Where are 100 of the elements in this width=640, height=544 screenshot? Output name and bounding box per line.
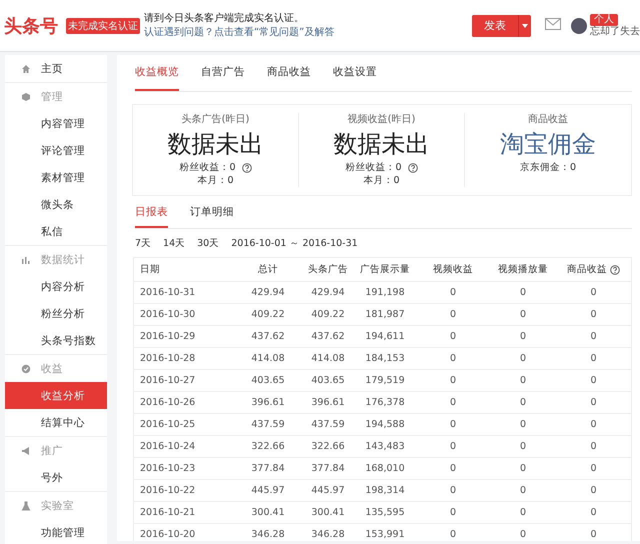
- sidebar-item[interactable]: 内容分析: [5, 273, 107, 300]
- table-cell-text: 396.61: [310, 397, 346, 408]
- table-cell-text: 0: [589, 507, 598, 518]
- dropdown-button[interactable]: [518, 14, 531, 36]
- column-header: 视频收益: [433, 263, 473, 276]
- table-cell-text: 0: [448, 463, 458, 474]
- stat-detail: 粉丝收益：0: [345, 161, 402, 174]
- table-cell-text: 0: [518, 529, 528, 540]
- table-cell-text: 0: [518, 485, 528, 496]
- table-cell-text: 403.65: [310, 375, 346, 386]
- table-cell-text: 0: [518, 397, 528, 408]
- tab[interactable]: 收益概览: [135, 55, 179, 91]
- table-cell-text: 0: [448, 529, 458, 540]
- horn-icon: [21, 446, 31, 456]
- table-cell-text: 346.28: [310, 529, 346, 540]
- table-cell-text: 409.22: [250, 309, 286, 320]
- range-option[interactable]: 14天: [163, 236, 186, 250]
- table-cell-text: 0: [589, 419, 598, 430]
- table-cell-text: 2016-10-22: [139, 485, 196, 496]
- table-cell-text: 0: [589, 353, 598, 364]
- table-cell-text: 445.97: [310, 485, 346, 496]
- tab[interactable]: 收益设置: [333, 55, 377, 91]
- table-cell-text: 0: [518, 331, 528, 342]
- table-cell-text: 2016-10-31: [139, 287, 196, 298]
- stat-detail: 京东佣金：0: [520, 161, 576, 174]
- table-cell-text: 377.84: [250, 463, 286, 474]
- range-option[interactable]: 30天: [197, 236, 220, 250]
- stat-title: 头条广告(昨日): [182, 113, 250, 127]
- table-cell-text: 2016-10-26: [139, 397, 196, 408]
- table-cell-text: 0: [448, 331, 458, 342]
- table-cell-text: 0: [518, 375, 528, 386]
- table-cell-text: 0: [589, 309, 598, 320]
- table-cell-text: 0: [518, 463, 528, 474]
- sidebar-item[interactable]: 素材管理: [5, 164, 107, 191]
- sidebar-item[interactable]: 微头条: [5, 191, 107, 218]
- table-cell-text: 0: [589, 287, 598, 298]
- stat-value: 数据未出: [334, 129, 430, 159]
- column-header: 总计: [258, 263, 278, 276]
- table-cell-text: 0: [448, 287, 458, 298]
- tab[interactable]: 日报表: [135, 198, 168, 228]
- table-cell-text: 0: [448, 353, 458, 364]
- column-header: 日期: [140, 263, 160, 276]
- logo-text[interactable]: 头条号: [4, 14, 58, 38]
- table-cell-text: 0: [518, 419, 528, 430]
- table-cell-text: 0: [518, 507, 528, 518]
- help-icon[interactable]: [408, 162, 418, 172]
- tab[interactable]: 自营广告: [201, 55, 245, 91]
- mail-icon[interactable]: [545, 18, 561, 30]
- table-cell-text: 0: [589, 331, 598, 342]
- avatar[interactable]: [571, 18, 587, 34]
- sidebar-item[interactable]: 内容管理: [5, 110, 107, 137]
- table-cell-text: 445.97: [250, 485, 286, 496]
- table-cell-text: 0: [589, 485, 598, 496]
- sidebar-item[interactable]: 结算中心: [5, 409, 107, 436]
- table-cell-text: 2016-10-29: [139, 331, 196, 342]
- table-cell-text: 0: [589, 441, 598, 452]
- verification-badge: 未完成实名认证: [66, 18, 140, 34]
- table-cell-text: 2016-10-24: [139, 441, 196, 452]
- help-link[interactable]: 认证遇到问题？点击查看“常见问题”及解答: [144, 26, 334, 38]
- stat-link[interactable]: 淘宝佣金: [500, 129, 596, 159]
- user-name[interactable]: 忘却了失去: [590, 26, 640, 38]
- stat-detail: 本月：0: [363, 174, 400, 187]
- table-cell-text: 2016-10-23: [139, 463, 196, 474]
- table-cell-text: 300.41: [310, 507, 346, 518]
- table-cell-text: 409.22: [310, 309, 346, 320]
- table-cell-text: 429.94: [310, 287, 346, 298]
- table-cell-text: 377.84: [310, 463, 346, 474]
- table-cell-text: 194,611: [364, 331, 406, 342]
- table-cell-text: 2016-10-25: [139, 419, 196, 430]
- table-cell-text: 194,588: [364, 419, 406, 430]
- table-cell-text: 153,991: [364, 529, 406, 540]
- cube-icon: [21, 92, 31, 102]
- tab[interactable]: 订单明细: [190, 198, 234, 228]
- stat-detail: 粉丝收益：0: [179, 161, 236, 174]
- sidebar-item[interactable]: 收益分析: [5, 382, 107, 409]
- sidebar-item[interactable]: 评论管理: [5, 137, 107, 164]
- table-cell-text: 322.66: [250, 441, 286, 452]
- flask-icon: [21, 500, 31, 510]
- range-option[interactable]: 7天: [135, 236, 152, 250]
- table-cell-text: 346.28: [250, 529, 286, 540]
- check-icon: [21, 364, 31, 374]
- date-range[interactable]: 2016-10-01 ～ 2016-10-31: [231, 236, 358, 250]
- table-cell-text: 0: [448, 507, 458, 518]
- sidebar-item[interactable]: 功能管理: [5, 519, 107, 544]
- sidebar-item[interactable]: 粉丝分析: [5, 300, 107, 327]
- column-header: 商品收益: [567, 263, 607, 276]
- table-cell-text: 0: [448, 309, 458, 320]
- table-cell-text: 396.61: [250, 397, 286, 408]
- tab[interactable]: 商品收益: [267, 55, 311, 91]
- sidebar-item[interactable]: 号外: [5, 464, 107, 491]
- sidebar-item[interactable]: 私信: [5, 218, 107, 245]
- help-icon[interactable]: [242, 162, 252, 172]
- table-cell-text: 300.41: [250, 507, 286, 518]
- table-cell-text: 198,314: [364, 485, 406, 496]
- column-header: 头条广告: [308, 263, 348, 276]
- table-cell-text: 0: [518, 309, 528, 320]
- help-icon[interactable]: [610, 264, 620, 274]
- table-cell-text: 2016-10-21: [139, 507, 196, 518]
- sidebar-item[interactable]: 主页: [5, 55, 107, 82]
- sidebar-item[interactable]: 头条号指数: [5, 327, 107, 354]
